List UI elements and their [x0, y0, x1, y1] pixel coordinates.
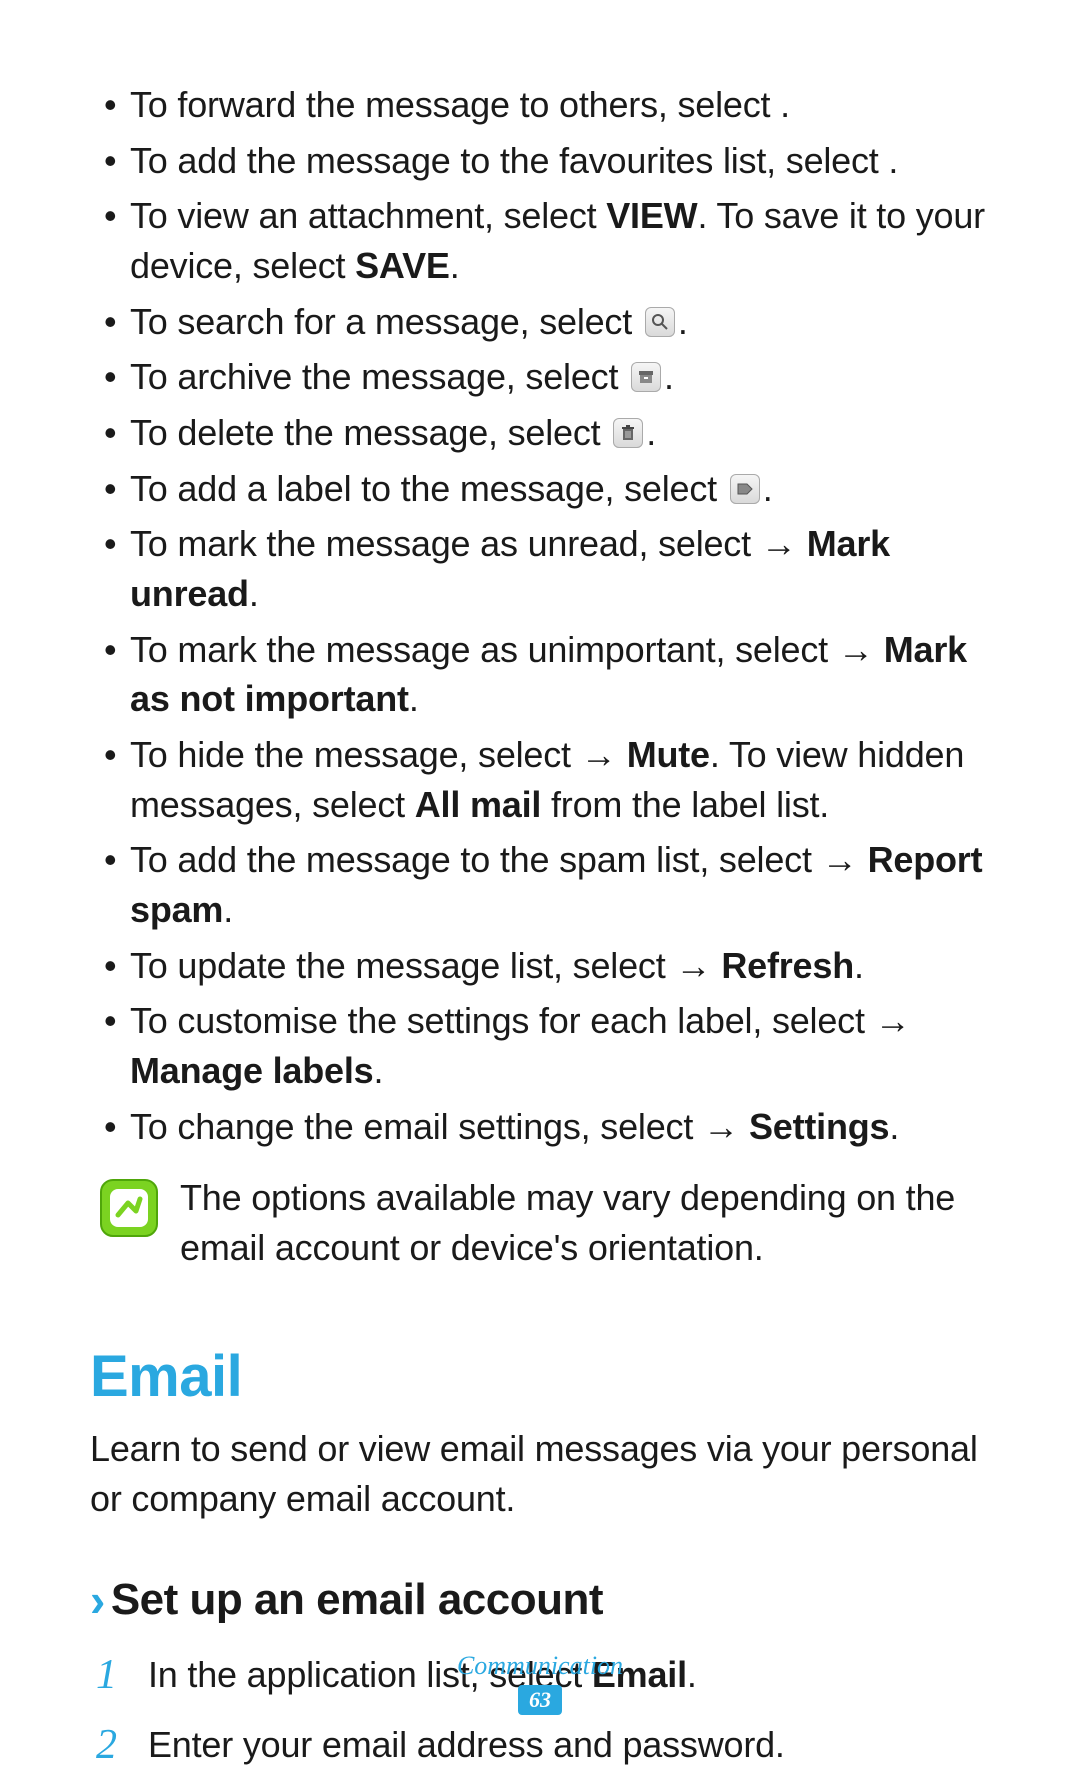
bullet-add-label: To add a label to the message, select . — [90, 464, 990, 514]
label-refresh: Refresh — [721, 945, 854, 986]
page-number: 63 — [518, 1685, 562, 1715]
text: To update the message list, select — [130, 945, 675, 986]
label-mute: Mute — [627, 734, 710, 775]
bullet-mark-unimportant: To mark the message as unimportant, sele… — [90, 625, 990, 724]
text: To add a label to the message, select — [130, 468, 727, 509]
bullet-refresh: To update the message list, select → Ref… — [90, 941, 990, 991]
text: To forward the message to others, select — [130, 84, 780, 125]
text: To add the message to the favourites lis… — [130, 140, 888, 181]
note-row: The options available may vary depending… — [90, 1173, 990, 1272]
label-all-mail: All mail — [415, 784, 541, 825]
text: . — [854, 945, 864, 986]
text: . — [409, 678, 419, 719]
text: from the label list. — [541, 784, 829, 825]
bullet-mute: To hide the message, select → Mute. To v… — [90, 730, 990, 829]
text: To view an attachment, select — [130, 195, 606, 236]
text: To add the message to the spam list, sel… — [130, 839, 822, 880]
options-list: To forward the message to others, select… — [90, 80, 990, 1151]
bullet-favourites: To add the message to the favourites lis… — [90, 136, 990, 186]
note-icon — [100, 1179, 158, 1237]
bullet-mark-unread: To mark the message as unread, select → … — [90, 519, 990, 618]
bullet-forward: To forward the message to others, select… — [90, 80, 990, 130]
archive-icon — [631, 362, 661, 392]
text: . — [664, 356, 674, 397]
text: To hide the message, select — [130, 734, 581, 775]
text: . — [763, 468, 773, 509]
text: To search for a message, select — [130, 301, 642, 342]
page-footer: Communication 63 — [0, 1651, 1080, 1715]
subsection-title: Set up an email account — [111, 1575, 603, 1625]
section-intro: Learn to send or view email messages via… — [90, 1424, 990, 1525]
text: To customise the settings for each label… — [130, 1000, 875, 1041]
note-text: The options available may vary depending… — [180, 1173, 990, 1272]
text: . — [888, 140, 898, 181]
label-icon — [730, 474, 760, 504]
arrow-icon: → — [822, 839, 868, 880]
arrow-icon: → — [875, 1000, 911, 1041]
bullet-settings: To change the email settings, select → S… — [90, 1102, 990, 1152]
label-settings: Settings — [749, 1106, 889, 1147]
text: To delete the message, select — [130, 412, 610, 453]
text: . — [780, 84, 790, 125]
text: . — [450, 245, 460, 286]
arrow-icon: → — [581, 734, 627, 775]
label-manage-labels: Manage labels — [130, 1050, 374, 1091]
manual-page: To forward the message to others, select… — [0, 0, 1080, 1771]
text: . — [889, 1106, 899, 1147]
footer-label: Communication — [0, 1651, 1080, 1681]
bullet-manage-labels: To customise the settings for each label… — [90, 996, 990, 1095]
text: . — [678, 301, 688, 342]
label-save: SAVE — [355, 245, 450, 286]
arrow-icon: → — [838, 629, 884, 670]
text: . — [223, 889, 233, 930]
subsection-setup-email: › Set up an email account — [90, 1573, 990, 1627]
section-title-email: Email — [90, 1343, 990, 1410]
bullet-archive: To archive the message, select . — [90, 352, 990, 402]
label-view: VIEW — [606, 195, 697, 236]
bullet-search: To search for a message, select . — [90, 297, 990, 347]
step-2: Enter your email address and password. — [90, 1719, 990, 1771]
text: To change the email settings, select — [130, 1106, 703, 1147]
search-icon — [645, 307, 675, 337]
text: . — [646, 412, 656, 453]
arrow-icon: → — [675, 945, 721, 986]
text: To mark the message as unread, select — [130, 523, 761, 564]
text: . — [374, 1050, 384, 1091]
bullet-report-spam: To add the message to the spam list, sel… — [90, 835, 990, 934]
bullet-delete: To delete the message, select . — [90, 408, 990, 458]
trash-icon — [613, 418, 643, 448]
text: To mark the message as unimportant, sele… — [130, 629, 838, 670]
bullet-attachment: To view an attachment, select VIEW. To s… — [90, 191, 990, 290]
arrow-icon: → — [703, 1106, 749, 1147]
arrow-icon: → — [761, 523, 807, 564]
text: To archive the message, select — [130, 356, 628, 397]
text: . — [249, 573, 259, 614]
chevron-right-icon: › — [90, 1573, 105, 1627]
